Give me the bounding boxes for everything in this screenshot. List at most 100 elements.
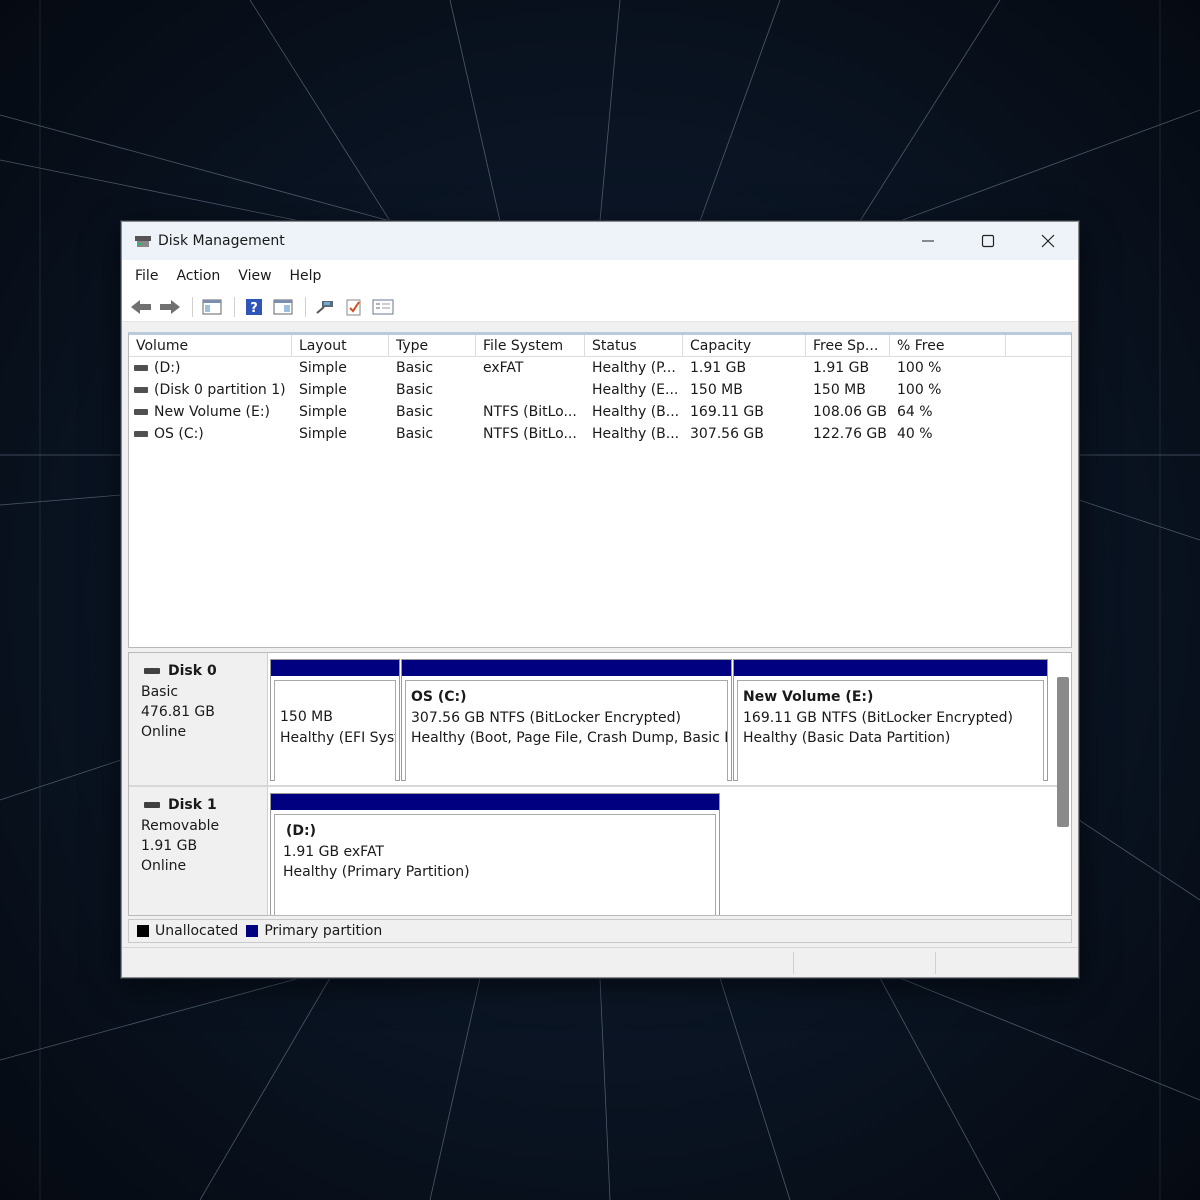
column-header-percent-free[interactable]: % Free	[890, 335, 1006, 356]
column-header-volume[interactable]: Volume	[129, 335, 292, 356]
connect-icon	[316, 300, 333, 314]
disk-layout-pane: Disk 0 Basic 476.81 GB Online 150 MB Hea…	[128, 652, 1072, 916]
volume-percent-free: 40 %	[897, 426, 933, 442]
partition-size: 169.11 GB NTFS (BitLocker Encrypted)	[743, 709, 1013, 726]
volume-name: New Volume (E:)	[154, 404, 270, 420]
primary-partition-swatch	[246, 925, 259, 937]
column-header-free-space[interactable]: Free Sp...	[806, 335, 890, 356]
volume-layout: Simple	[299, 382, 347, 398]
menu-file[interactable]: File	[126, 268, 167, 284]
partition-status: Healthy (Primary Partition)	[283, 864, 470, 880]
volume-file-system: NTFS (BitLo...	[483, 404, 577, 420]
partition-disk0-efi[interactable]: 150 MB Healthy (EFI Syst	[270, 659, 400, 781]
volume-icon	[134, 387, 148, 393]
disk-icon	[144, 802, 160, 808]
partition-title: OS (C:)	[411, 689, 467, 705]
disk-1-info[interactable]: Disk 1 Removable 1.91 GB Online	[129, 787, 268, 915]
table-row[interactable]: (D:) Simple Basic exFAT Healthy (P... 1.…	[129, 357, 1071, 379]
disk-0-name: Disk 0	[168, 663, 217, 679]
help-icon: ?	[246, 298, 262, 316]
volume-type: Basic	[396, 360, 434, 376]
partition-size: 307.56 GB NTFS (BitLocker Encrypted)	[411, 709, 681, 726]
minimize-button[interactable]	[898, 222, 958, 260]
column-header-type[interactable]: Type	[389, 335, 476, 356]
help-button[interactable]: ?	[241, 295, 267, 319]
menu-help[interactable]: Help	[281, 268, 331, 284]
partition-title: New Volume (E:)	[743, 689, 874, 705]
volume-name: (Disk 0 partition 1)	[154, 382, 286, 398]
volume-list-header: Volume Layout Type File System Status Ca…	[129, 335, 1071, 357]
console-tree-icon	[202, 299, 222, 314]
volume-list-pane: Volume Layout Type File System Status Ca…	[128, 332, 1072, 648]
toolbar-separator	[234, 296, 235, 317]
unallocated-swatch	[137, 925, 149, 937]
table-row[interactable]: OS (C:) Simple Basic NTFS (BitLo... Heal…	[129, 423, 1071, 445]
menu-view[interactable]: View	[229, 268, 280, 284]
disk-0-size: 476.81 GB	[141, 704, 215, 720]
back-button[interactable]	[128, 295, 154, 319]
disk-0-state: Online	[141, 724, 187, 740]
volume-free-space: 150 MB	[813, 382, 866, 398]
maximize-icon	[981, 234, 995, 248]
column-header-file-system[interactable]: File System	[476, 335, 585, 356]
maximize-button[interactable]	[958, 222, 1018, 260]
column-header-status[interactable]: Status	[585, 335, 683, 356]
disk-1-size: 1.91 GB	[141, 838, 198, 854]
volume-file-system	[476, 379, 585, 401]
volume-name: OS (C:)	[154, 426, 204, 442]
volume-capacity: 1.91 GB	[690, 360, 747, 376]
column-header-layout[interactable]: Layout	[292, 335, 389, 356]
check-button[interactable]	[341, 295, 367, 319]
legend-unallocated: Unallocated	[155, 923, 239, 939]
volume-type: Basic	[396, 404, 434, 420]
status-separator	[935, 952, 936, 974]
settings-list-icon	[372, 299, 394, 314]
menu-action[interactable]: Action	[167, 268, 229, 284]
toolbar: ?	[122, 292, 1078, 322]
column-header-capacity[interactable]: Capacity	[683, 335, 806, 356]
window-title: Disk Management	[158, 233, 285, 249]
volume-icon	[134, 365, 148, 371]
partition-size: 1.91 GB exFAT	[283, 843, 384, 860]
properties-icon	[273, 299, 293, 314]
volume-free-space: 122.76 GB	[813, 426, 887, 442]
volume-icon	[134, 409, 148, 415]
volume-status: Healthy (B...	[592, 426, 680, 442]
volume-layout: Simple	[299, 360, 347, 376]
svg-text:?: ?	[250, 301, 258, 316]
disk-1-row: Disk 1 Removable 1.91 GB Online (D:) 1.9…	[129, 787, 1071, 915]
connect-button[interactable]	[312, 295, 338, 319]
volume-percent-free: 100 %	[897, 360, 942, 376]
forward-button[interactable]	[157, 295, 183, 319]
status-bar	[122, 947, 1078, 977]
partition-disk0-new-volume-e[interactable]: New Volume (E:) 169.11 GB NTFS (BitLocke…	[733, 659, 1048, 781]
partition-status: Healthy (Boot, Page File, Crash Dump, Ba…	[411, 730, 728, 746]
table-row[interactable]: (Disk 0 partition 1) Simple Basic Health…	[129, 379, 1071, 401]
disk-pane-scrollbar[interactable]	[1057, 677, 1069, 827]
volume-layout: Simple	[299, 404, 347, 420]
close-button[interactable]	[1018, 222, 1078, 260]
disk-icon	[144, 668, 160, 674]
volume-free-space: 108.06 GB	[813, 404, 887, 420]
volume-file-system: exFAT	[483, 360, 524, 376]
disk-management-app-icon	[134, 234, 152, 248]
console-tree-button[interactable]	[199, 295, 225, 319]
check-icon	[346, 299, 361, 315]
toolbar-separator	[305, 296, 306, 317]
minimize-icon	[922, 240, 934, 242]
settings-list-button[interactable]	[370, 295, 396, 319]
properties-button[interactable]	[270, 295, 296, 319]
back-icon	[131, 299, 151, 314]
partition-disk1-d[interactable]: (D:) 1.91 GB exFAT Healthy (Primary Part…	[270, 793, 720, 915]
disk-0-info[interactable]: Disk 0 Basic 476.81 GB Online	[129, 653, 268, 785]
volume-percent-free: 64 %	[897, 404, 933, 420]
volume-capacity: 169.11 GB	[690, 404, 764, 420]
menu-bar: File Action View Help	[122, 260, 1078, 292]
volume-layout: Simple	[299, 426, 347, 442]
partition-disk0-os-c[interactable]: OS (C:) 307.56 GB NTFS (BitLocker Encryp…	[401, 659, 732, 781]
legend-primary-partition: Primary partition	[264, 923, 383, 939]
disk-0-kind: Basic	[141, 684, 179, 700]
volume-capacity: 150 MB	[690, 382, 743, 398]
table-row[interactable]: New Volume (E:) Simple Basic NTFS (BitLo…	[129, 401, 1071, 423]
title-bar[interactable]: Disk Management	[122, 222, 1078, 260]
